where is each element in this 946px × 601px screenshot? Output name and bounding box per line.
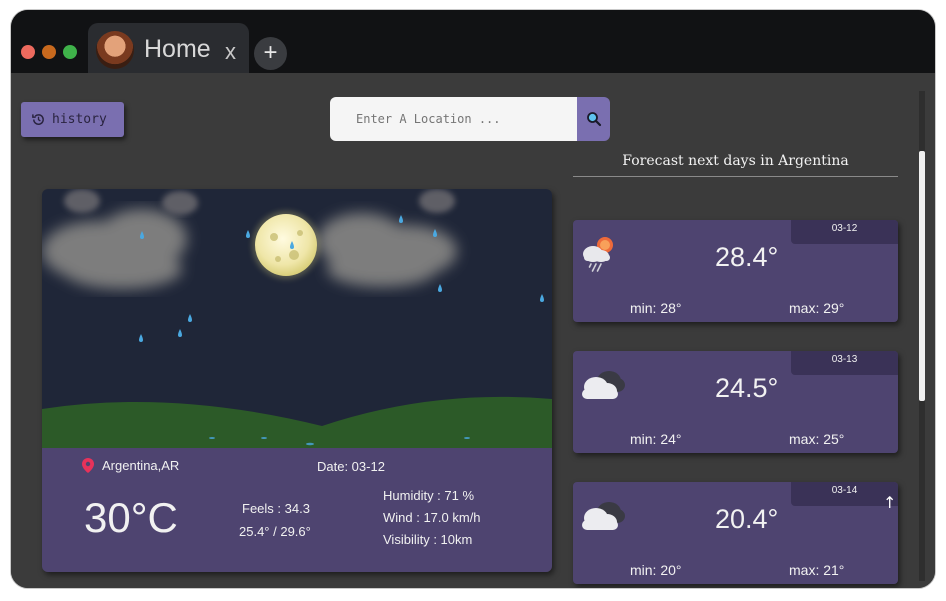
forecast-date: 03-12 — [791, 220, 898, 244]
close-window-button[interactable] — [21, 45, 35, 59]
forecast-max: max: 25° — [789, 431, 845, 447]
history-button[interactable]: history — [21, 102, 124, 137]
grass-hills — [42, 396, 552, 448]
current-temperature: 30°C — [84, 494, 178, 541]
maximize-window-button[interactable] — [63, 45, 77, 59]
weather-scene — [42, 189, 552, 448]
rain-sun-cloud-icon — [583, 237, 613, 272]
tab-favicon-avatar — [96, 31, 134, 69]
min-max-temperature: 25.4° / 29.6° — [239, 524, 311, 539]
blurred-clouds — [42, 209, 457, 289]
window-controls — [21, 45, 77, 59]
cloud-icon — [582, 371, 625, 399]
cloud-icon — [582, 502, 625, 530]
visibility: Visibility : 10km — [383, 532, 473, 547]
wind-speed: Wind : 17.0 km/h — [383, 510, 481, 525]
history-label: history — [52, 112, 107, 127]
small-clouds — [64, 189, 455, 215]
night-rain-illustration — [42, 189, 552, 448]
current-weather-card: Argentina,AR Date: 03-12 30°C Feels : 34… — [42, 189, 552, 572]
forecast-min: min: 20° — [630, 562, 682, 578]
history-icon — [32, 114, 44, 125]
page-content: history Forecast next days in Argentina — [11, 73, 935, 588]
current-weather-info: Argentina,AR Date: 03-12 30°C Feels : 34… — [42, 448, 552, 572]
forecast-max: max: 21° — [789, 562, 845, 578]
scrollbar-thumb[interactable] — [919, 151, 925, 401]
browser-window: Home x + history Forecast next days in A… — [10, 9, 936, 589]
forecast-temperature: 24.5° — [715, 373, 779, 403]
scroll-to-top-button[interactable]: ↑ — [883, 493, 896, 512]
location-search-input[interactable] — [330, 97, 578, 141]
forecast-temperature: 28.4° — [715, 242, 779, 272]
forecast-min: min: 24° — [630, 431, 682, 447]
browser-tab[interactable]: Home x — [88, 23, 249, 75]
location-pin-icon — [82, 458, 94, 473]
new-tab-button[interactable]: + — [254, 37, 287, 70]
forecast-date: 03-13 — [791, 351, 898, 375]
forecast-card[interactable]: 03-12 28.4° min: 28° max: 29° — [573, 220, 898, 322]
forecast-divider — [573, 176, 898, 177]
forecast-title: Forecast next days in Argentina — [622, 153, 849, 169]
forecast-card[interactable]: 03-13 24.5° min: 24° max: 25° — [573, 351, 898, 453]
title-bar: Home x + — [11, 10, 935, 75]
search-icon — [586, 112, 601, 127]
tab-title: Home — [144, 35, 211, 63]
location-name: Argentina,AR — [102, 458, 180, 473]
humidity: Humidity : 71 % — [383, 488, 475, 503]
tab-close-button[interactable]: x — [225, 39, 236, 65]
moon — [255, 214, 317, 276]
search-button[interactable] — [577, 97, 610, 141]
feels-like: Feels : 34.3 — [242, 501, 310, 516]
forecast-max: max: 29° — [789, 300, 845, 316]
minimize-window-button[interactable] — [42, 45, 56, 59]
location-row: Argentina,AR — [82, 458, 179, 473]
forecast-date: 03-14 — [791, 482, 898, 506]
current-date: Date: 03-12 — [317, 459, 385, 474]
forecast-min: min: 28° — [630, 300, 682, 316]
forecast-temperature: 20.4° — [715, 504, 779, 534]
forecast-card[interactable]: 03-14 20.4° min: 20° max: 21° — [573, 482, 898, 584]
